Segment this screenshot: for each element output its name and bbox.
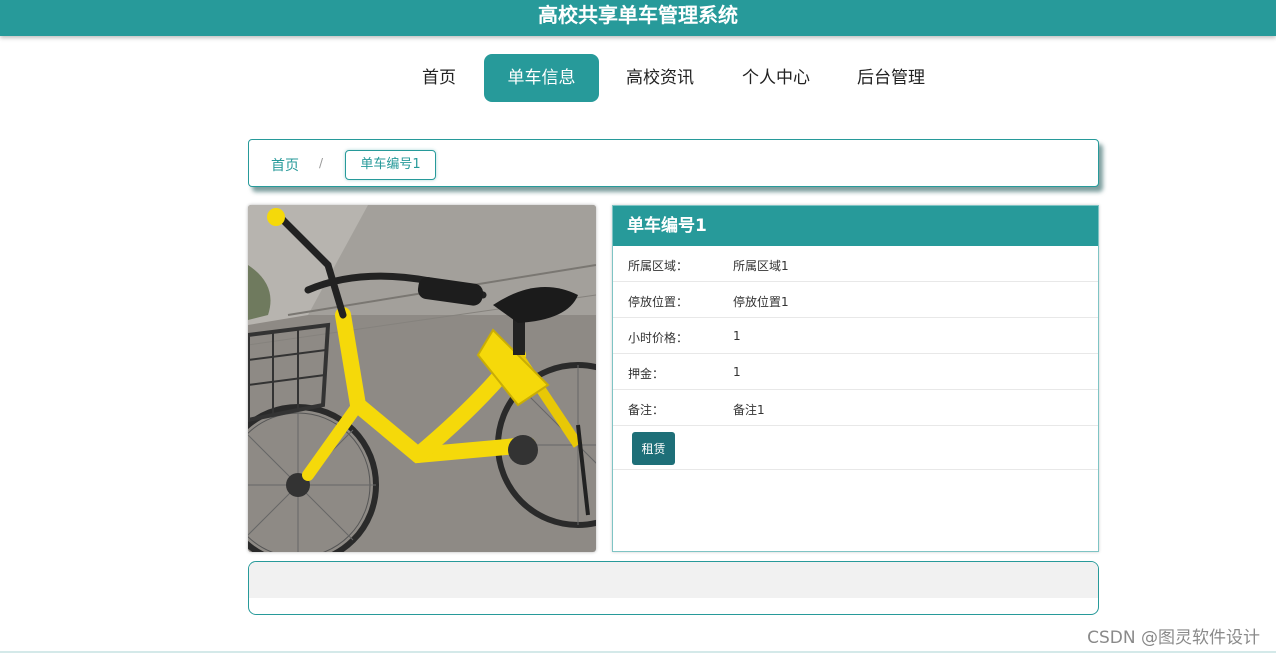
bike-detail-panel: 单车编号1 所属区域： 所属区域1 停放位置： 停放位置1 小时价格： 1 押金… <box>612 205 1099 552</box>
nav-item-personal-center[interactable]: 个人中心 <box>730 54 822 102</box>
action-row: 租赁 <box>613 426 1098 470</box>
breadcrumb-home-link[interactable]: 首页 <box>271 155 299 175</box>
breadcrumb: 首页 / 单车编号1 <box>248 139 1099 187</box>
deposit-value: 1 <box>733 365 741 379</box>
top-header-bar: 高校共享单车管理系统 <box>0 0 1276 36</box>
parking-location-value: 停放位置1 <box>733 295 789 309</box>
bottom-content-box <box>248 561 1099 615</box>
deposit-label: 押金： <box>628 367 665 381</box>
site-title: 高校共享单车管理系统 <box>538 3 738 27</box>
bike-photo <box>248 205 596 552</box>
breadcrumb-current: 单车编号1 <box>345 150 436 180</box>
watermark-text: CSDN @图灵软件设计 <box>1087 628 1260 648</box>
remarks-label: 备注： <box>628 403 665 417</box>
rent-button[interactable]: 租赁 <box>632 432 675 465</box>
nav-item-campus-news[interactable]: 高校资讯 <box>614 54 706 102</box>
hourly-price-value: 1 <box>733 329 741 343</box>
detail-row-deposit: 押金： 1 <box>613 354 1098 390</box>
detail-row-area: 所属区域： 所属区域1 <box>613 246 1098 282</box>
area-label: 所属区域： <box>628 259 689 273</box>
hourly-price-label: 小时价格： <box>628 331 689 345</box>
remarks-value: 备注1 <box>733 403 765 417</box>
parking-location-label: 停放位置： <box>628 295 689 309</box>
breadcrumb-separator: / <box>319 156 324 170</box>
detail-row-remarks: 备注： 备注1 <box>613 390 1098 426</box>
detail-row-parking-location: 停放位置： 停放位置1 <box>613 282 1098 318</box>
bottom-content-area <box>249 562 1098 598</box>
bike-detail-title: 单车编号1 <box>613 206 1098 246</box>
nav-item-home[interactable]: 首页 <box>404 54 474 102</box>
area-value: 所属区域1 <box>733 259 789 273</box>
nav-item-bike-info[interactable]: 单车信息 <box>484 54 599 102</box>
detail-row-hourly-price: 小时价格： 1 <box>613 318 1098 354</box>
nav-item-admin[interactable]: 后台管理 <box>845 54 937 102</box>
main-navigation: 首页 单车信息 高校资讯 个人中心 后台管理 <box>0 54 1276 102</box>
